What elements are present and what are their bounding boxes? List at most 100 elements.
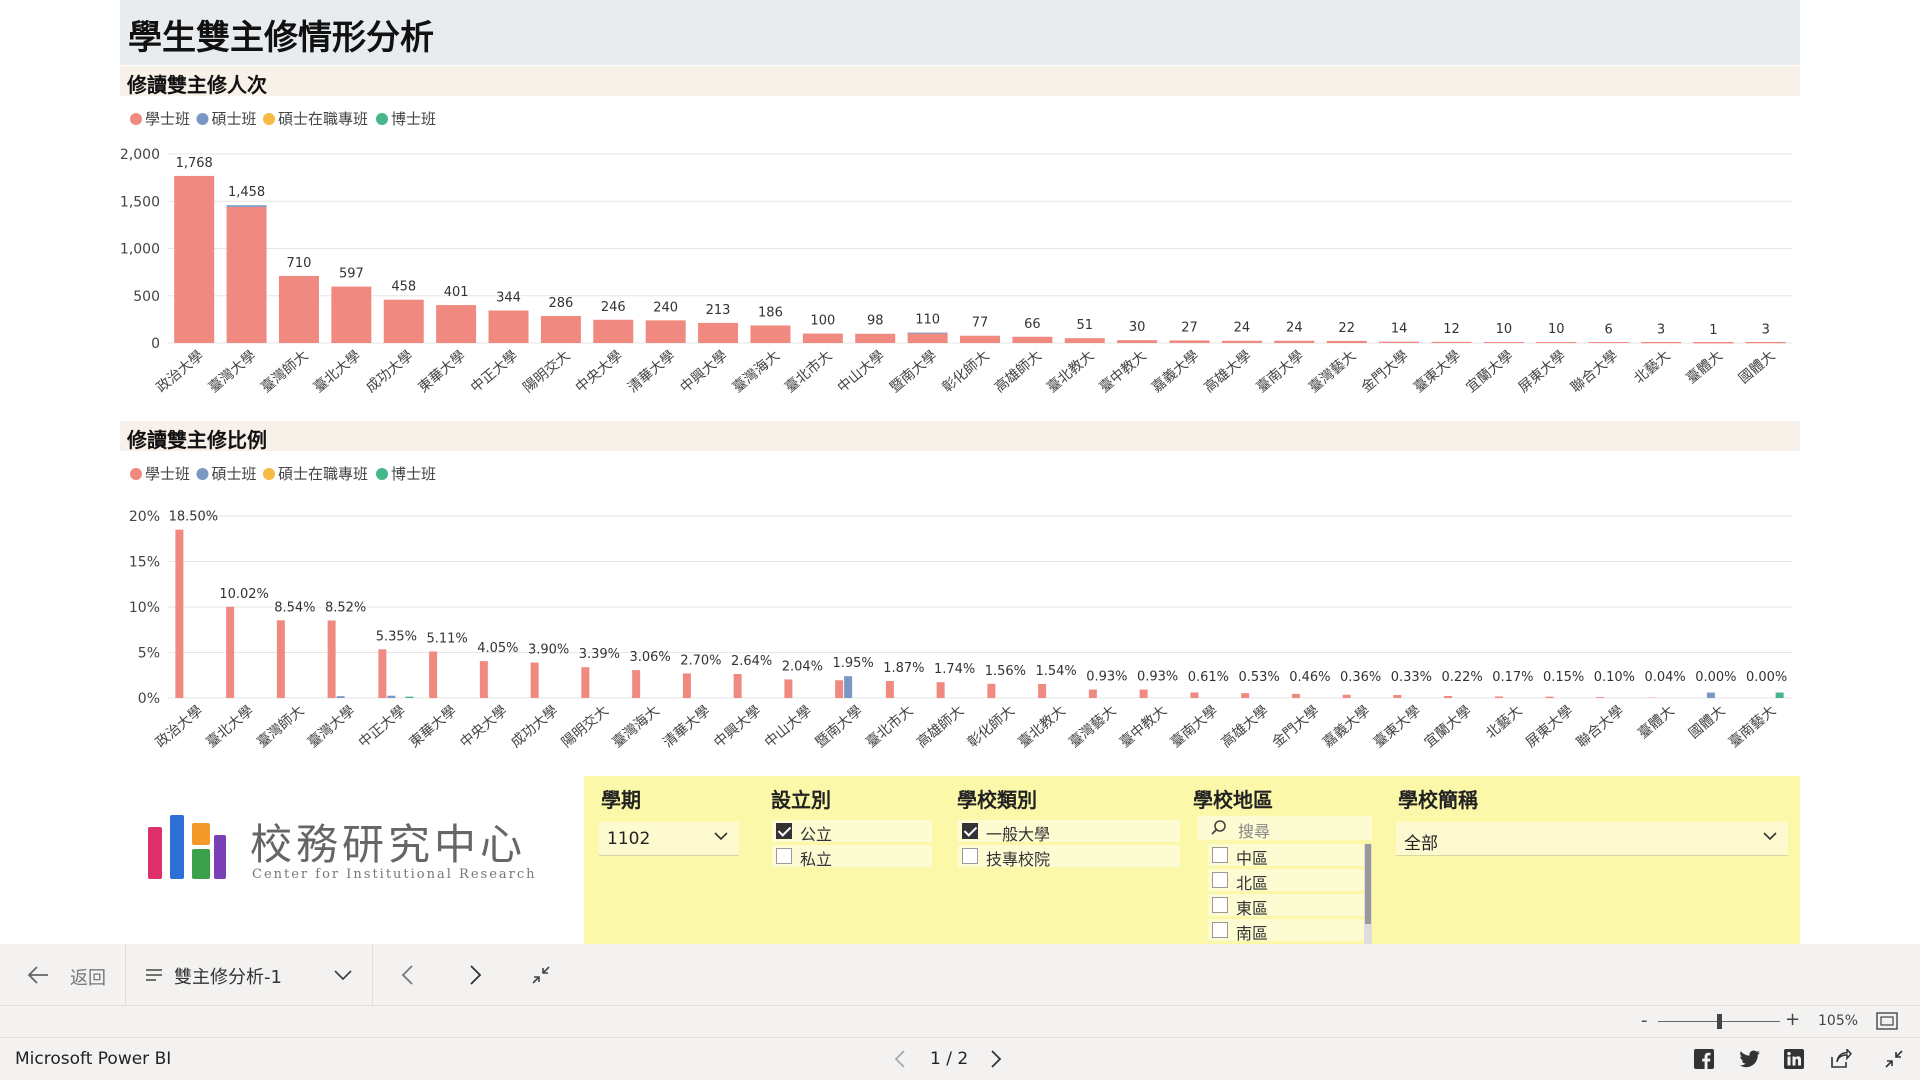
x-tick-label: 國體大 bbox=[1736, 348, 1778, 387]
data-label: 0.17% bbox=[1492, 670, 1533, 685]
bar-學士班 bbox=[1241, 693, 1250, 698]
linkedin-icon[interactable] bbox=[1784, 1049, 1804, 1069]
legend-marker bbox=[130, 113, 142, 125]
establish-option-public[interactable]: 公立 bbox=[772, 820, 932, 844]
school-name-dropdown[interactable]: 全部 bbox=[1396, 822, 1788, 856]
checkbox-icon[interactable] bbox=[776, 848, 792, 864]
data-label: 98 bbox=[867, 314, 884, 329]
facebook-icon[interactable] bbox=[1694, 1049, 1714, 1069]
x-tick-label: 臺灣師大 bbox=[258, 348, 311, 396]
legend-marker bbox=[263, 113, 275, 125]
x-tick-label: 中興大學 bbox=[711, 703, 764, 751]
share-icon[interactable] bbox=[1830, 1049, 1852, 1069]
establish-option-private[interactable]: 私立 bbox=[772, 845, 932, 869]
data-label: 3.39% bbox=[579, 647, 620, 662]
x-tick-label: 臺東大學 bbox=[1371, 703, 1424, 751]
checkbox-icon[interactable] bbox=[962, 848, 978, 864]
bar-學士班 bbox=[1545, 696, 1554, 698]
checkbox-icon[interactable] bbox=[1212, 922, 1228, 938]
region-option-north[interactable]: 北區 bbox=[1208, 869, 1368, 893]
bar-學士班 bbox=[378, 649, 387, 698]
chevron-down-icon bbox=[1763, 832, 1777, 841]
exit-fullscreen-icon[interactable] bbox=[1884, 1049, 1904, 1069]
region-option-east[interactable]: 東區 bbox=[1208, 894, 1368, 918]
bar-學士班 bbox=[1012, 336, 1053, 343]
previous-page-icon[interactable] bbox=[400, 964, 416, 986]
data-label: 12 bbox=[1443, 322, 1460, 337]
school-type-option-tech[interactable]: 技專校院 bbox=[958, 845, 1180, 869]
bar-學士班 bbox=[1431, 341, 1472, 343]
bar-學士班 bbox=[1117, 340, 1158, 343]
next-page-icon[interactable] bbox=[989, 1049, 1003, 1069]
semester-dropdown[interactable]: 1102 bbox=[599, 822, 739, 856]
x-tick-label: 臺灣海大 bbox=[730, 348, 783, 396]
zoom-slider-handle[interactable] bbox=[1717, 1014, 1722, 1029]
data-label: 8.54% bbox=[274, 600, 315, 615]
report-title-bar: 學生雙主修情形分析 bbox=[120, 0, 1800, 65]
data-label: 0.93% bbox=[1137, 670, 1178, 685]
bar-學士班 bbox=[174, 175, 215, 343]
y-tick-label: 15% bbox=[129, 555, 160, 571]
region-option-central[interactable]: 中區 bbox=[1208, 844, 1368, 868]
bar-學士班 bbox=[733, 673, 742, 698]
collapse-icon[interactable] bbox=[530, 964, 552, 986]
bar-學士班 bbox=[750, 325, 791, 343]
bar-學士班 bbox=[1326, 340, 1367, 343]
back-button-label[interactable]: 返回 bbox=[70, 964, 106, 990]
checkbox-checked-icon[interactable] bbox=[776, 823, 792, 839]
next-page-icon[interactable] bbox=[467, 964, 483, 986]
bar-學士班 bbox=[226, 206, 267, 343]
count-bar-chart[interactable]: 學士班 碩士班 碩士在職專班 博士班 0 500 1,000 1,500 2,000 1,768 政… bbox=[120, 100, 1800, 400]
region-search-box[interactable]: 搜尋 bbox=[1198, 816, 1372, 841]
x-tick-label: 高雄師大 bbox=[991, 347, 1045, 396]
data-label: 1.74% bbox=[934, 662, 975, 677]
school-type-option-general[interactable]: 一般大學 bbox=[958, 820, 1180, 844]
bar-學士班 bbox=[802, 333, 843, 343]
filter-panel: 學期 1102 設立別 公立 私立 學校類別 一般大學 技專校院 學校地區 搜尋… bbox=[584, 776, 1800, 944]
data-label: 0.36% bbox=[1340, 670, 1381, 685]
region-scrollbar-thumb[interactable] bbox=[1365, 844, 1371, 924]
school-type-slicer: 學校類別 一般大學 技專校院 bbox=[940, 776, 1200, 944]
fit-to-page-icon[interactable] bbox=[1876, 1012, 1898, 1030]
option-label: 公立 bbox=[800, 825, 833, 844]
bar-學士班 bbox=[698, 322, 739, 343]
previous-page-icon[interactable] bbox=[893, 1049, 907, 1069]
twitter-icon[interactable] bbox=[1739, 1049, 1761, 1069]
data-label: 0.61% bbox=[1188, 670, 1229, 685]
report-canvas: 學生雙主修情形分析 修讀雙主修人次 學士班 碩士班 碩士在職專班 博士班 0 500 1,0… bbox=[0, 0, 1920, 1080]
checkbox-icon[interactable] bbox=[1212, 872, 1228, 888]
data-label: 10 bbox=[1496, 322, 1513, 337]
page-list-icon bbox=[146, 969, 162, 981]
bar-學士班 bbox=[936, 682, 945, 698]
legend-marker bbox=[376, 468, 388, 480]
ratio-bar-chart[interactable]: 學士班 碩士班 碩士在職專班 博士班 0% 5% 10% 15% 20% 18.50% 政治大學 10… bbox=[120, 455, 1800, 765]
x-tick-label: 北藝大 bbox=[1631, 348, 1673, 387]
y-tick-label: 500 bbox=[133, 289, 160, 305]
back-arrow-icon[interactable] bbox=[26, 964, 50, 986]
nav-divider bbox=[372, 944, 373, 1006]
legend-marker bbox=[263, 468, 275, 480]
zoom-in-icon[interactable]: + bbox=[1785, 1009, 1800, 1030]
legend-label: 碩士班 bbox=[212, 465, 257, 483]
bar-碩士班 bbox=[387, 695, 396, 698]
region-option-south[interactable]: 南區 bbox=[1208, 919, 1368, 941]
bar-學士班 bbox=[276, 620, 285, 698]
school-type-slicer-title: 學校類別 bbox=[957, 788, 1037, 812]
bar-學士班 bbox=[835, 680, 844, 698]
page-name-label[interactable]: 雙主修分析-1 bbox=[174, 963, 282, 989]
x-tick-label: 成功大學 bbox=[508, 703, 561, 751]
x-tick-label: 高雄師大 bbox=[913, 702, 967, 751]
region-scrollbar[interactable] bbox=[1364, 844, 1372, 944]
data-label: 110 bbox=[915, 313, 940, 328]
y-tick-label: 20% bbox=[129, 509, 160, 525]
bar-baseline bbox=[1745, 342, 1786, 343]
checkbox-icon[interactable] bbox=[1212, 847, 1228, 863]
data-label: 1,768 bbox=[176, 156, 213, 171]
checkbox-icon[interactable] bbox=[1212, 897, 1228, 913]
x-tick-label: 臺灣藝大 bbox=[1306, 348, 1359, 396]
chevron-down-icon[interactable] bbox=[333, 967, 353, 983]
checkbox-checked-icon[interactable] bbox=[962, 823, 978, 839]
data-label: 0.04% bbox=[1644, 670, 1685, 685]
bar-學士班 bbox=[1379, 341, 1420, 343]
zoom-out-icon[interactable]: - bbox=[1641, 1010, 1648, 1031]
